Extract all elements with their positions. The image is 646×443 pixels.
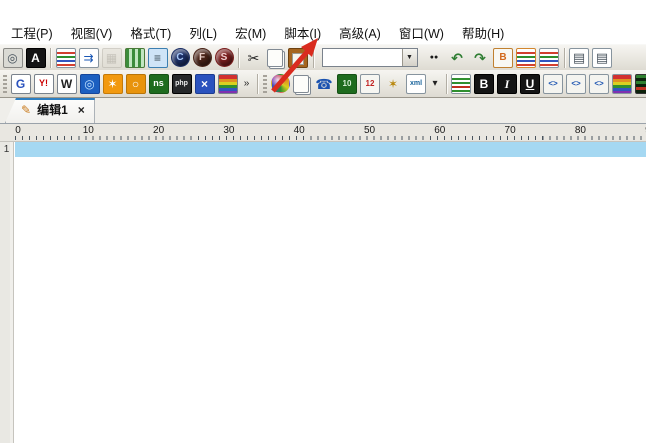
ruler: 0102030405060708090 [0,124,646,142]
toolbar-row-1: ◎A ⇉▦ ≡CFS ✂ ▼ ●●↶↷B ▤▤ [0,44,646,70]
ultrafinder-icon[interactable]: F [193,48,212,67]
cut-icon[interactable]: ✂ [244,48,264,68]
ruler-label: 40 [294,125,305,136]
table-convert-icon[interactable]: 10 [337,74,357,94]
italic-icon[interactable]: I [497,74,517,94]
menubar-item[interactable]: 脚本(I) [275,20,330,45]
tab-edit1[interactable]: ✎ 编辑1 × [5,98,95,123]
find-next-icon[interactable]: ↷ [470,48,490,68]
dropdown-chevron-icon[interactable]: ▾ [429,74,441,94]
toolbar-separator [446,74,447,94]
more-buttons-chevron[interactable]: » [241,74,253,94]
phone-hand-icon[interactable]: ☎ [314,74,334,94]
highlighted-line[interactable] [15,142,646,157]
format-doc-right-icon[interactable]: ▤ [592,48,612,68]
toolbar-separator [238,48,239,68]
copy-icon[interactable] [267,49,283,67]
ruler-label: 30 [223,125,234,136]
toggle-bookmark-icon[interactable]: B [493,48,513,68]
ruler-label: 20 [153,125,164,136]
colored-list-icon[interactable] [56,48,76,68]
find-in-list-icon[interactable] [539,48,559,68]
toolbar-separator [257,74,258,94]
find-previous-icon[interactable]: ↶ [447,48,467,68]
syntax-list-icon[interactable] [451,74,471,94]
line-number: 1 [0,142,13,157]
word-wrap-icon[interactable]: ≡ [148,48,168,68]
php-icon[interactable]: php [172,74,192,94]
menubar-item[interactable]: 窗口(W) [390,20,453,45]
column-mode-icon[interactable] [125,48,145,68]
ultracompare-icon[interactable]: C [171,48,190,67]
indent-tags-icon[interactable]: <> [543,74,563,94]
ruler-ticks [15,136,646,140]
ruler-label: 0 [15,125,21,136]
encoding-pages-icon[interactable] [293,75,309,93]
yahoo-search-icon[interactable]: Y! [34,74,54,94]
google-search-icon[interactable]: G [11,74,31,94]
blue-globe-icon[interactable]: ◎ [80,74,100,94]
find-binoculars-icon[interactable]: ●● [424,48,444,68]
reformat-paragraph-icon[interactable]: ⇉ [79,48,99,68]
combobox-dropdown-arrow-icon[interactable]: ▼ [402,49,417,66]
ruler-label: 70 [505,125,516,136]
toolbar-grip [3,75,7,93]
rainbow-list-icon[interactable] [612,74,632,94]
tab-close-icon[interactable]: × [78,103,85,117]
menubar-item[interactable]: 列(L) [180,20,226,45]
zoom-preview-icon[interactable]: ◎ [3,48,23,68]
split-tags-icon[interactable]: <> [566,74,586,94]
ruler-label: 80 [575,125,586,136]
pencil-icon: ✎ [21,103,31,117]
toolbar-separator [313,48,314,68]
menubar: 工程(P)视图(V)格式(T)列(L)宏(M)脚本(I)高级(A)窗口(W)帮助… [0,20,646,44]
sparkle-star-icon[interactable]: ✶ [103,74,123,94]
ruler-label: 10 [83,125,94,136]
menubar-item[interactable]: 格式(T) [121,20,180,45]
toolbar-separator [50,48,51,68]
magic-wand-icon[interactable]: ✶ [383,74,403,94]
dark-list-icon[interactable] [635,74,646,94]
line-number-gutter: 1 [0,142,14,443]
editor-area[interactable]: 1 [0,142,646,443]
toolbar-row-2: GY!W◎✶○nsphp×»☎1012✶xml▾BIU<><><><> [0,70,646,98]
xml-doc-icon[interactable]: xml [406,74,426,94]
find-combobox-value[interactable] [323,49,402,66]
insert-date-icon[interactable]: ▦ [102,48,122,68]
windows-logo-icon[interactable] [218,74,238,94]
menubar-item[interactable]: 工程(P) [2,20,62,45]
menubar-item[interactable]: 宏(M) [226,20,275,45]
bold-icon[interactable]: B [474,74,494,94]
paste-icon[interactable] [288,48,308,68]
titlebar-area [0,0,646,20]
wikipedia-icon[interactable]: W [57,74,77,94]
app-window: { "menubar": { "items": ["工程(P)", "视图(V)… [0,0,646,443]
tabbar: ✎ 编辑1 × [0,98,646,124]
tab-label: 编辑1 [37,101,68,118]
underline-icon[interactable]: U [520,74,540,94]
number-tags-icon[interactable]: <> [589,74,609,94]
color-wheel-icon[interactable] [271,74,290,93]
font-color-icon[interactable]: A [26,48,46,68]
toolbar-separator [564,48,565,68]
ruler-label: 60 [434,125,445,136]
format-doc-left-icon[interactable]: ▤ [569,48,589,68]
ns-icon[interactable]: ns [149,74,169,94]
menubar-item[interactable]: 帮助(H) [453,20,513,45]
ultrasentry-icon[interactable]: S [215,48,234,67]
ruler-label: 50 [364,125,375,136]
bookmark-list-icon[interactable] [516,48,536,68]
menubar-item[interactable]: 视图(V) [62,20,122,45]
find-combobox[interactable]: ▼ [322,48,418,67]
blue-cross-icon[interactable]: × [195,74,215,94]
date-convert-icon[interactable]: 12 [360,74,380,94]
orange-circle-icon[interactable]: ○ [126,74,146,94]
toolbar-grip [263,75,267,93]
menubar-item[interactable]: 高级(A) [330,20,390,45]
